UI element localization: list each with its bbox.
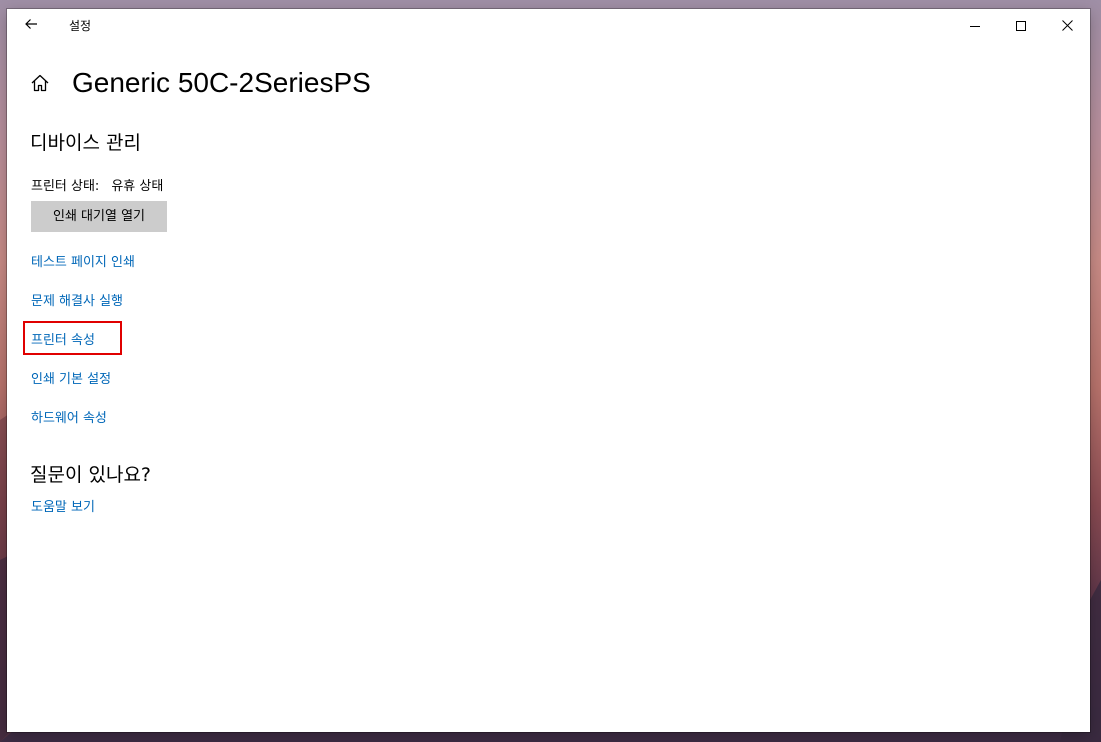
printer-status-value: 유휴 상태	[111, 179, 164, 194]
open-print-queue-button[interactable]: 인쇄 대기열 열기	[31, 201, 167, 232]
close-button[interactable]	[1044, 9, 1090, 42]
maximize-button[interactable]	[998, 9, 1044, 42]
minimize-button[interactable]	[952, 9, 998, 42]
printing-preferences-link[interactable]: 인쇄 기본 설정	[31, 371, 111, 389]
back-arrow-icon	[24, 16, 38, 35]
hardware-properties-link[interactable]: 하드웨어 속성	[31, 410, 107, 428]
minimize-icon	[970, 16, 980, 35]
settings-window: 설정 Generic 50C-2SeriesPS 디바이스 관리 프린터 상태:…	[7, 9, 1090, 732]
app-title: 설정	[69, 19, 92, 33]
printer-properties-link[interactable]: 프린터 속성	[31, 332, 95, 350]
printer-status-label: 프린터 상태:	[31, 179, 100, 194]
printer-status: 프린터 상태: 유휴 상태	[31, 178, 163, 196]
page-header: Generic 50C-2SeriesPS	[29, 65, 371, 101]
close-icon	[1061, 16, 1073, 35]
questions-heading: 질문이 있나요?	[30, 464, 152, 486]
print-test-page-link[interactable]: 테스트 페이지 인쇄	[31, 254, 135, 272]
page-title: Generic 50C-2SeriesPS	[72, 67, 371, 98]
home-icon[interactable]	[29, 72, 51, 94]
device-management-heading: 디바이스 관리	[30, 132, 141, 154]
maximize-icon	[1016, 16, 1026, 35]
back-button[interactable]	[13, 9, 49, 42]
get-help-link[interactable]: 도움말 보기	[31, 499, 95, 517]
title-bar: 설정	[7, 9, 1090, 42]
run-troubleshooter-link[interactable]: 문제 해결사 실행	[31, 293, 123, 311]
